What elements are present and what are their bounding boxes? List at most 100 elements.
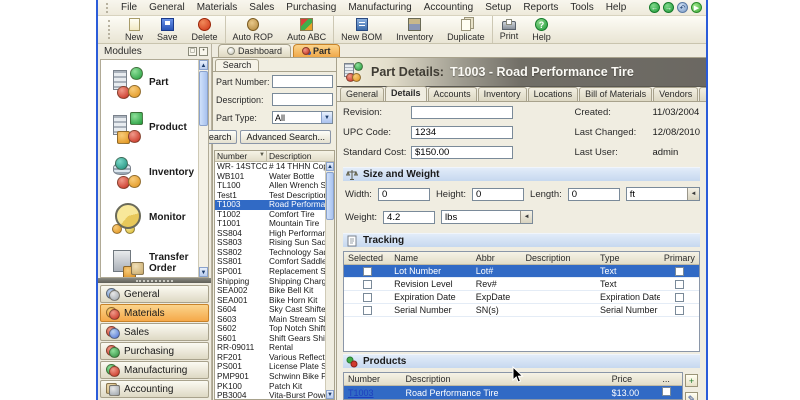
standard-cost-input[interactable] (411, 146, 513, 159)
tracking-col-selected[interactable]: Selected (344, 252, 390, 264)
scroll-up-icon[interactable]: ▲ (199, 60, 208, 70)
detail-tab[interactable]: Bill of Materials (579, 87, 653, 101)
part-list-row[interactable]: T1002 Comfort Tire (215, 210, 334, 220)
tracking-row[interactable]: Lot Number Lot# Text (344, 265, 699, 278)
height-input[interactable] (472, 187, 525, 201)
advanced-search-button[interactable]: Advanced Search... (240, 130, 331, 144)
menu-item[interactable]: Setup (479, 1, 517, 14)
part-number-input[interactable] (272, 75, 333, 88)
part-list-row[interactable]: PK100 Patch Kit (215, 382, 334, 392)
window-control-icon[interactable]: ↶ (677, 2, 688, 13)
part-list-row[interactable]: SS804 High Performanc... (215, 229, 334, 239)
part-list-row[interactable]: Shipping Shipping Charge (215, 277, 334, 287)
part-list-row[interactable]: T1003 Road Performan... (215, 200, 334, 210)
primary-checkbox[interactable] (674, 266, 684, 276)
detail-tab[interactable]: Vendors (653, 87, 699, 101)
part-list-row[interactable]: T1001 Mountain Tire (215, 219, 334, 229)
pin-panel-icon[interactable]: • (199, 47, 208, 56)
toolbar-button[interactable]: Duplicate (440, 16, 492, 43)
weight-input[interactable] (383, 210, 436, 224)
window-control-icon[interactable]: ▶ (691, 2, 702, 13)
selected-checkbox[interactable] (362, 305, 372, 315)
revision-input[interactable] (411, 106, 513, 119)
width-input[interactable] (377, 187, 430, 201)
detail-tab[interactable]: Accounts (427, 87, 477, 101)
part-list-row[interactable]: Test1 Test Description (215, 191, 334, 201)
module-item[interactable]: Inventory (101, 150, 208, 195)
module-group-button[interactable]: General (100, 285, 209, 303)
workspace-tab[interactable]: Part (293, 44, 340, 57)
number-column-header[interactable]: Number ▼ (215, 151, 267, 161)
edit-product-icon[interactable]: ✎ (685, 392, 698, 400)
tracking-row[interactable]: Serial Number SN(s) Serial Number (344, 304, 699, 317)
menu-item[interactable]: General (143, 1, 191, 14)
product-row[interactable]: T1003 Road Performance Tire $13.00 (344, 386, 682, 399)
product-checkbox[interactable] (662, 387, 672, 396)
menu-item[interactable]: Sales (243, 1, 280, 14)
menu-item[interactable]: Accounting (418, 1, 479, 14)
products-col-price[interactable]: Price (608, 373, 659, 385)
toolbar-button[interactable]: Inventory (389, 16, 440, 43)
menu-item[interactable]: File (115, 1, 143, 14)
part-list-row[interactable]: S602 Top Notch Shifter (215, 324, 334, 334)
detail-tab[interactable]: Locations (527, 87, 579, 101)
part-list-row[interactable]: PS001 License Plate Sta... (215, 362, 334, 372)
scrollbar-thumb[interactable] (326, 172, 334, 220)
tracking-row[interactable]: Expiration Date ExpDate Expiration Date (344, 291, 699, 304)
selected-checkbox[interactable] (362, 266, 372, 276)
sidebar-splitter[interactable] (98, 278, 211, 283)
part-list-row[interactable]: PB3004 Vita-Burst Power... (215, 391, 334, 399)
add-product-icon[interactable]: + (685, 374, 698, 387)
products-col-number[interactable]: Number (344, 373, 401, 385)
length-input[interactable] (567, 187, 620, 201)
module-group-button[interactable]: Manufacturing (100, 361, 209, 379)
description-column-header[interactable]: Description (267, 151, 334, 161)
part-list-row[interactable]: S604 Sky Cast Shifter (215, 305, 334, 315)
module-item[interactable]: Monitor (101, 195, 208, 240)
primary-checkbox[interactable] (674, 305, 684, 315)
menu-item[interactable]: Purchasing (280, 1, 342, 14)
toolbar-button[interactable]: Print (491, 16, 526, 43)
toolbar-button[interactable]: New (118, 16, 150, 43)
window-control-icon[interactable]: → (663, 2, 674, 13)
scroll-down-icon[interactable]: ▼ (199, 267, 208, 277)
part-list-row[interactable]: SEA001 Bike Horn Kit (215, 296, 334, 306)
products-col-more[interactable]: ... (658, 373, 682, 385)
part-list-row[interactable]: SS801 Comfort Saddle (215, 257, 334, 267)
menu-item[interactable]: Help (600, 1, 633, 14)
tracking-col-name[interactable]: Name (390, 252, 472, 264)
scroll-down-icon[interactable]: ▼ (326, 390, 334, 399)
menu-item[interactable]: Materials (191, 1, 244, 14)
module-group-button[interactable]: Purchasing (100, 342, 209, 360)
scrollbar-thumb[interactable] (199, 71, 208, 126)
menu-item[interactable]: Manufacturing (342, 1, 417, 14)
tracking-row[interactable]: Revision Level Rev# Text (344, 278, 699, 291)
part-list-row[interactable]: SS803 Rising Sun Saddle (215, 238, 334, 248)
part-list-row[interactable]: WR- 14STCO # 14 THHN Copp... (215, 162, 334, 172)
part-list-row[interactable]: WB101 Water Bottle (215, 172, 334, 182)
toolbar-button[interactable]: Delete (185, 16, 225, 43)
chevron-down-icon[interactable]: ▼ (321, 112, 332, 123)
workspace-tab[interactable]: Dashboard (218, 44, 292, 57)
module-group-button[interactable]: Sales (100, 323, 209, 341)
selected-checkbox[interactable] (362, 292, 372, 302)
part-list-row[interactable]: S601 Shift Gears Shifter (215, 334, 334, 344)
part-list-row[interactable]: S603 Main Stream Shifter (215, 315, 334, 325)
part-list-row[interactable]: TL100 Allen Wrench Set (215, 181, 334, 191)
results-scrollbar[interactable]: ▲ ▼ (325, 162, 334, 399)
part-list-row[interactable]: SP001 Replacement Sp... (215, 267, 334, 277)
part-list-row[interactable]: RF201 Various Reflectors (215, 353, 334, 363)
detail-tab[interactable]: Details (385, 86, 427, 101)
module-group-button[interactable]: Accounting (100, 380, 209, 398)
tracking-col-primary[interactable]: Primary (660, 252, 699, 264)
length-unit-select[interactable]: ft ◄ (625, 187, 700, 201)
module-group-button[interactable]: Materials (100, 304, 209, 322)
module-item[interactable]: Product (101, 105, 208, 150)
search-subtab[interactable]: Search (215, 59, 259, 71)
toolbar-button[interactable]: Auto ROP (224, 16, 281, 43)
upc-input[interactable] (411, 126, 513, 139)
toolbar-button[interactable]: Help (525, 16, 558, 43)
detail-tab[interactable]: Inventory (477, 87, 527, 101)
primary-checkbox[interactable] (674, 292, 684, 302)
toolbar-button[interactable]: Save (150, 16, 185, 43)
